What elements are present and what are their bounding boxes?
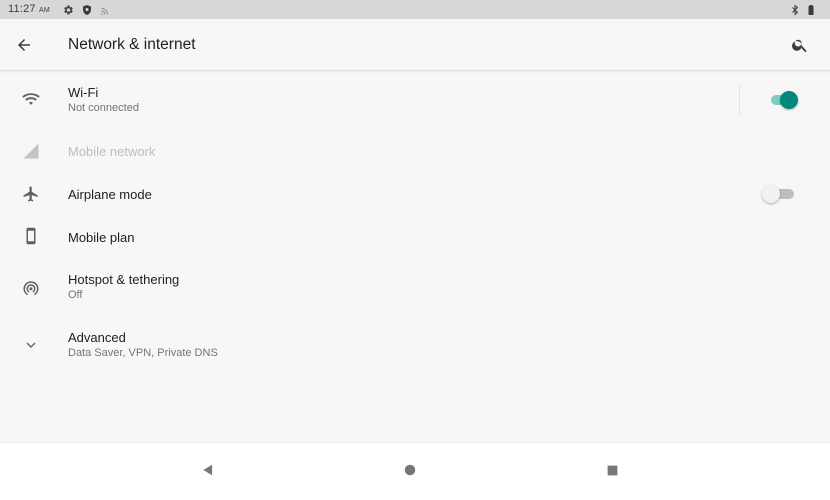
wifi-summary: Not connected <box>68 102 139 114</box>
expand-icon <box>18 332 44 358</box>
mobile-network-row[interactable]: Mobile network <box>0 130 830 172</box>
shield-icon <box>80 3 93 16</box>
hotspot-row[interactable]: Hotspot & tethering Off <box>0 264 830 308</box>
airplane-mode-toggle[interactable] <box>762 184 796 204</box>
battery-icon <box>804 3 817 16</box>
mobile-plan-title: Mobile plan <box>68 230 135 245</box>
hotspot-summary: Off <box>68 289 83 301</box>
mobile-plan-row[interactable]: Mobile plan <box>0 216 830 258</box>
wifi-divider <box>739 84 740 116</box>
wifi-icon <box>18 87 44 113</box>
wifi-title: Wi-Fi <box>68 85 99 100</box>
settings-icon <box>61 3 74 16</box>
page-title: Network & internet <box>68 36 196 53</box>
airplane-mode-title: Airplane mode <box>68 187 152 202</box>
airplane-mode-row[interactable]: Airplane mode <box>0 173 830 215</box>
airplane-toggle-thumb <box>762 185 780 203</box>
home-circle-icon <box>404 464 416 476</box>
hotspot-title: Hotspot & tethering <box>68 272 180 287</box>
wifi-toggle[interactable] <box>768 90 802 110</box>
app-bar: Network & internet <box>0 19 830 71</box>
back-triangle-icon <box>203 464 213 476</box>
nav-home-button[interactable] <box>395 455 425 485</box>
wifi-row[interactable]: Wi-Fi Not connected <box>0 78 830 122</box>
cast-icon <box>99 3 112 16</box>
advanced-row[interactable]: Advanced Data Saver, VPN, Private DNS <box>0 322 830 368</box>
nav-back-button[interactable] <box>193 455 223 485</box>
signal-icon <box>18 138 44 164</box>
bluetooth-icon <box>788 3 801 16</box>
mobile-network-title: Mobile network <box>68 144 156 159</box>
search-button[interactable] <box>786 31 814 59</box>
nav-recents-button[interactable] <box>597 455 627 485</box>
advanced-summary: Data Saver, VPN, Private DNS <box>68 347 218 359</box>
hotspot-icon <box>18 275 44 301</box>
advanced-title: Advanced <box>68 330 126 345</box>
phone-icon <box>18 223 44 249</box>
back-button[interactable] <box>10 31 38 59</box>
status-time: 11:27 AM <box>8 3 50 15</box>
status-bar: 11:27 AM <box>0 0 830 19</box>
search-icon <box>792 39 807 53</box>
airplane-icon <box>18 181 44 207</box>
system-nav-bar <box>0 442 830 500</box>
arrow-back-icon <box>18 39 30 51</box>
wifi-toggle-thumb <box>780 91 798 109</box>
recents-square-icon <box>607 465 617 475</box>
